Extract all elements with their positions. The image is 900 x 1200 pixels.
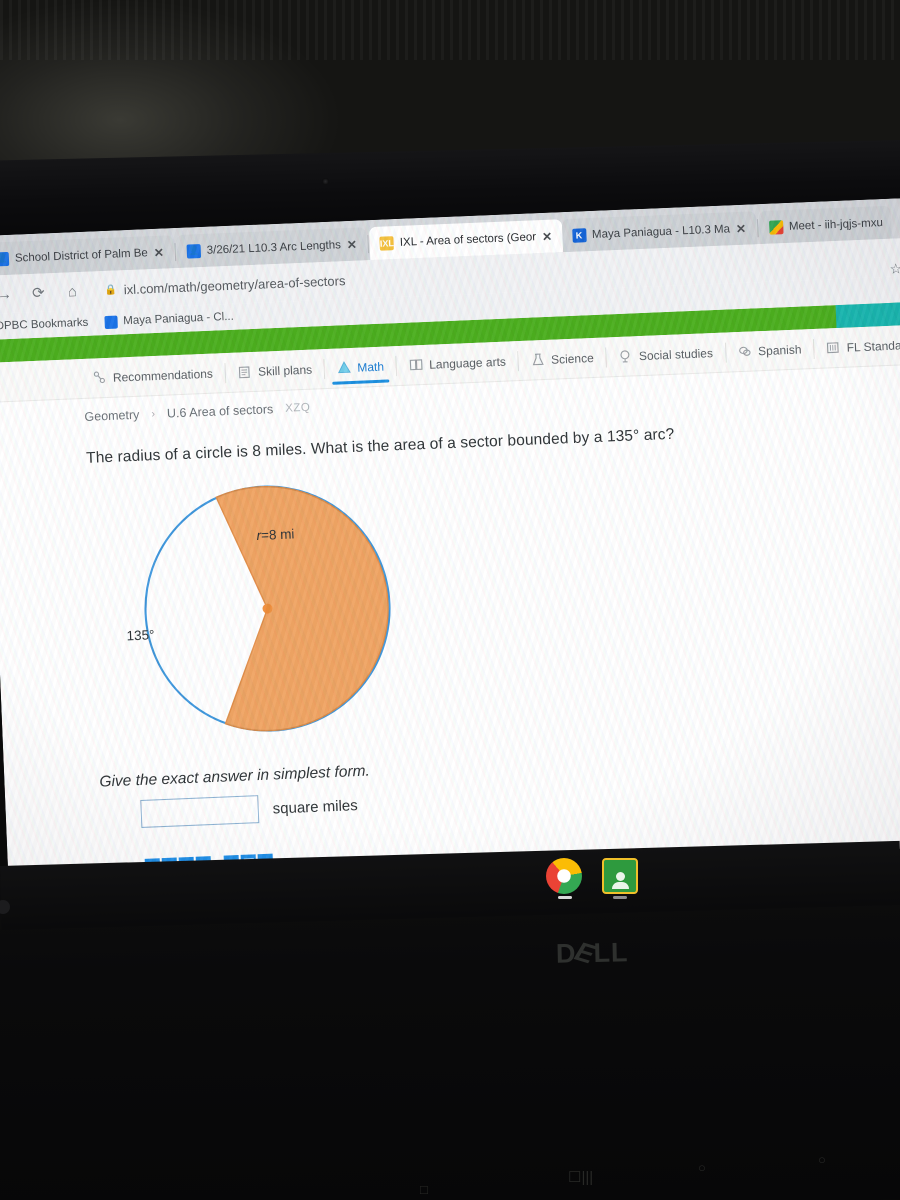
classroom-active-indicator <box>613 896 627 899</box>
tab-title: IXL - Area of sectors (Geor <box>399 230 537 249</box>
tab-title: 3/26/21 L10.3 Arc Lengths <box>206 238 342 257</box>
circle-sector-diagram <box>144 485 391 732</box>
nav-label: Skill plans <box>257 362 313 379</box>
nav-divider <box>395 355 397 376</box>
bookmark-label: Maya Paniagua - Cl... <box>123 310 235 328</box>
tab-title: School District of Palm Be <box>14 246 149 265</box>
reload-icon[interactable]: ⟳ <box>28 282 49 303</box>
nav-math[interactable]: Math <box>326 346 393 389</box>
angle-label: 135° <box>126 627 155 644</box>
close-icon[interactable]: ✕ <box>347 237 359 251</box>
dell-logo: DELL <box>555 937 629 970</box>
spanish-icon <box>738 346 751 356</box>
language-arts-icon <box>409 359 423 371</box>
keyboard-key-glyph: ○ <box>818 1152 826 1167</box>
forward-icon[interactable]: → <box>0 284 15 305</box>
answer-input[interactable] <box>140 795 260 828</box>
nav-recommendations[interactable]: Recommendations <box>82 353 223 399</box>
meet-icon <box>768 219 784 235</box>
home-icon[interactable]: ⌂ <box>62 281 83 302</box>
room-blinds <box>0 0 900 60</box>
bookmark-classroom[interactable]: Maya Paniagua - Cl... <box>104 310 235 329</box>
close-icon[interactable]: ✕ <box>153 245 166 259</box>
social-studies-icon <box>620 350 630 363</box>
classroom-icon <box>104 315 118 329</box>
browser-tab-5[interactable]: Meet - iih-jqjs-mxu <box>758 205 892 245</box>
radius-value: =8 mi <box>260 526 295 543</box>
classroom-icon: 👤 <box>186 243 202 259</box>
nav-social-studies[interactable]: Social studies <box>608 332 723 377</box>
laptop-photo: 👤 School District of Palm Be ✕ 👤 3/26/21… <box>0 0 900 1200</box>
url-text: ixl.com/math/geometry/area-of-sectors <box>123 272 346 297</box>
keyboard-key-glyph: □ <box>420 1182 428 1197</box>
math-icon <box>337 361 351 374</box>
kami-icon: K <box>571 227 587 243</box>
tab-title: Meet - iih-jqjs-mxu <box>788 216 884 233</box>
classroom-icon: 👤 <box>0 251 10 266</box>
close-icon[interactable]: ✕ <box>542 229 554 243</box>
standards-icon <box>827 342 840 354</box>
ixl-header-accent <box>835 301 900 329</box>
nav-skill-plans[interactable]: Skill plans <box>227 349 322 393</box>
answer-unit-label: square miles <box>272 796 359 818</box>
nav-fl-standards[interactable]: FL Standards <box>816 324 900 369</box>
skill-plans-icon <box>239 366 251 379</box>
nav-label: Social studies <box>638 345 714 363</box>
laptop-screen: 👤 School District of Palm Be ✕ 👤 3/26/21… <box>0 197 900 886</box>
nav-divider <box>724 342 726 363</box>
nav-language-arts[interactable]: Language arts <box>398 341 515 386</box>
classroom-icon[interactable] <box>602 858 638 894</box>
nav-science[interactable]: Science <box>520 337 603 380</box>
skill-code: XZQ <box>284 401 311 415</box>
shaded-sector <box>215 486 389 732</box>
chevron-right-icon: › <box>151 408 156 421</box>
recommendations-icon <box>93 371 105 384</box>
classroom-person-glyph <box>611 871 629 889</box>
tab-title: Maya Paniagua - L10.3 Ma <box>591 222 731 241</box>
ixl-icon: IXL <box>379 235 395 251</box>
nav-divider <box>323 358 325 379</box>
nav-label: Recommendations <box>112 366 214 385</box>
bookmark-label: DPBC Bookmarks <box>0 316 89 333</box>
nav-divider <box>605 347 607 368</box>
webcam-icon <box>322 178 329 185</box>
nav-label: Spanish <box>757 341 802 358</box>
close-icon[interactable]: ✕ <box>736 221 748 235</box>
nav-label: Science <box>550 350 595 367</box>
nav-divider <box>224 362 226 383</box>
sector-figure: r=8 mi 135° <box>102 464 443 757</box>
science-icon <box>532 353 544 366</box>
bookmark-star-icon[interactable]: ☆ <box>889 260 900 278</box>
keyboard-key-glyph: ○ <box>698 1160 706 1175</box>
lock-icon: 🔒 <box>104 284 117 296</box>
nav-label: Math <box>357 359 385 375</box>
nav-spanish[interactable]: Spanish <box>727 329 811 372</box>
keyboard-key-glyph: ☐||| <box>568 1169 594 1186</box>
radius-label: r=8 mi <box>256 526 294 543</box>
nav-label: FL Standards <box>846 337 900 355</box>
chrome-icon[interactable] <box>546 858 582 894</box>
nav-divider <box>813 338 815 359</box>
nav-divider <box>517 350 519 371</box>
bookmark-dpbc[interactable]: DPBC Bookmarks <box>0 317 89 333</box>
nav-label: Language arts <box>428 354 507 372</box>
chrome-active-indicator <box>558 896 572 899</box>
